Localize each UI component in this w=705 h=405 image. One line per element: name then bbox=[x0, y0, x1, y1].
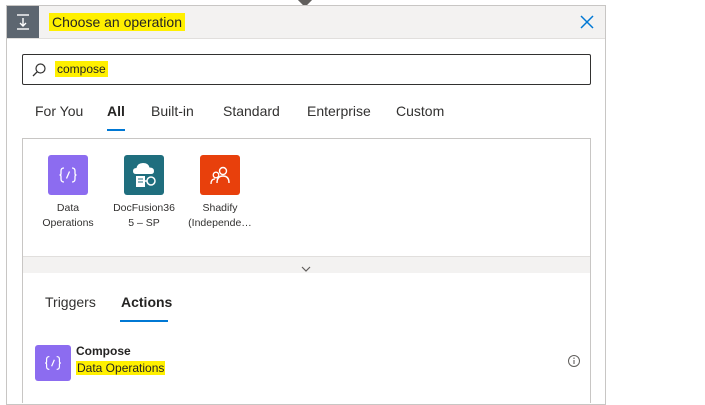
panel-title: Choose an operation bbox=[49, 13, 185, 31]
expand-connectors-bar[interactable] bbox=[23, 256, 590, 273]
active-tab-indicator bbox=[107, 129, 125, 131]
action-title: Compose bbox=[76, 344, 131, 358]
close-icon[interactable] bbox=[579, 14, 595, 30]
tab-all[interactable]: All bbox=[107, 102, 125, 120]
connector-label: Data Operations bbox=[42, 202, 94, 229]
connector-data-operations[interactable]: Data Operations bbox=[31, 155, 105, 231]
active-subtab-indicator bbox=[120, 320, 168, 322]
tab-for-you[interactable]: For You bbox=[35, 102, 83, 120]
info-icon[interactable] bbox=[567, 354, 581, 368]
connector-shadify[interactable]: Shadify (Independe… bbox=[183, 155, 257, 231]
panel-header: Choose an operation bbox=[7, 6, 605, 39]
search-input[interactable]: compose bbox=[55, 61, 108, 77]
tab-triggers[interactable]: Triggers bbox=[45, 293, 96, 311]
tab-custom[interactable]: Custom bbox=[396, 102, 444, 120]
operation-picker-panel: Choose an operation compose For You All … bbox=[6, 5, 606, 405]
chevron-down-icon bbox=[301, 260, 311, 272]
tab-actions[interactable]: Actions bbox=[121, 293, 172, 311]
data-operations-icon bbox=[48, 155, 88, 195]
connector-list: Data Operations DocFusion36 5 – SP Shadi… bbox=[22, 138, 591, 273]
data-operations-icon bbox=[35, 345, 71, 381]
connector-docfusion[interactable]: DocFusion36 5 – SP bbox=[107, 155, 181, 231]
search-box[interactable]: compose bbox=[22, 54, 591, 85]
insert-step-icon bbox=[7, 6, 39, 38]
action-connector-name: Data Operations bbox=[76, 361, 166, 375]
tab-built-in[interactable]: Built-in bbox=[151, 102, 194, 120]
tab-standard[interactable]: Standard bbox=[223, 102, 280, 120]
results-section: Triggers Actions Compose Data Operations bbox=[22, 273, 591, 403]
connector-label: Shadify (Independe… bbox=[188, 202, 252, 229]
connector-label: DocFusion36 5 – SP bbox=[113, 202, 175, 229]
docfusion-cloud-icon bbox=[124, 155, 164, 195]
shadify-people-icon bbox=[200, 155, 240, 195]
tab-enterprise[interactable]: Enterprise bbox=[307, 102, 371, 120]
search-icon bbox=[31, 62, 47, 78]
action-item-compose[interactable]: Compose Data Operations bbox=[33, 343, 581, 383]
